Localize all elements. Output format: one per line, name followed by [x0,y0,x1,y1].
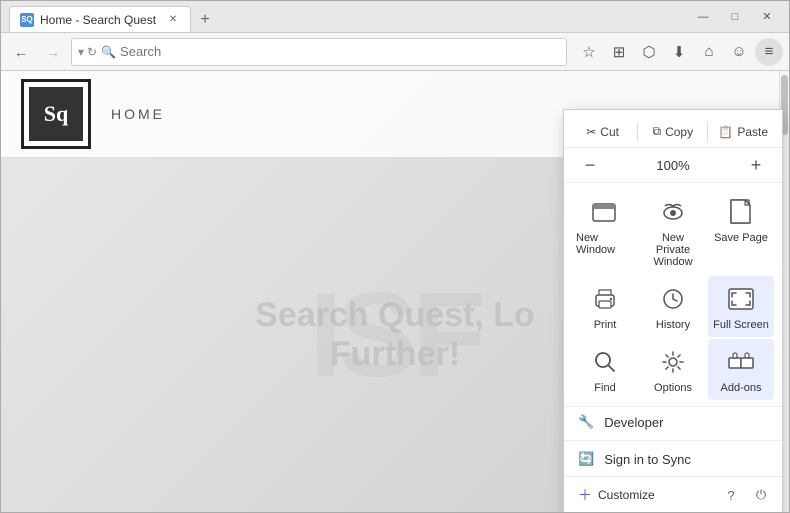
history-label: History [656,319,690,331]
url-bar-left-icons: ▾ ↻ [78,45,97,59]
tab-label: Home - Search Quest [40,13,156,27]
menu-bottom-bar: ＋ Customize ? ⏻ [564,476,782,512]
print-label: Print [594,319,617,331]
developer-icon: 🔧 [578,414,594,430]
bookmark-icon[interactable]: ☆ [575,38,603,66]
options-label: Options [654,382,692,394]
tabs-area: SQ Home - Search Quest ✕ + [9,1,689,32]
new-private-window-button[interactable]: New PrivateWindow [640,189,706,274]
cut-icon: ✂ [586,125,596,139]
tab-close-button[interactable]: ✕ [166,13,180,27]
save-page-label: Save Page [714,232,768,244]
toolbar-icons: ☆ ⊞ ⬡ ⬇ ⌂ ☺ ≡ [575,38,783,66]
back-button[interactable]: ← [7,38,35,66]
navigation-bar: ← → ▾ ↻ 🔍 ☆ ⊞ ⬡ ⬇ ⌂ ☺ ≡ [1,33,789,71]
paste-label: Paste [737,125,768,139]
copy-icon: ⧉ [652,124,661,139]
add-ons-label: Add-ons [721,382,762,394]
save-page-icon [726,197,756,227]
window-controls: — □ ✕ [689,7,781,27]
find-label: Find [594,382,615,394]
customize-button[interactable]: ＋ Customize [572,481,661,509]
refresh-icon[interactable]: ↻ [87,45,97,59]
dropdown-arrow-icon: ▾ [78,45,84,59]
new-tab-button[interactable]: + [193,8,217,32]
power-button[interactable]: ⏻ [748,482,774,508]
zoom-row: − 100% + [564,148,782,183]
site-logo: Sq [21,79,91,149]
pocket-icon[interactable]: ⬡ [635,38,663,66]
new-window-icon [590,197,620,227]
search-icon-url: 🔍 [101,45,116,59]
paste-icon: 📋 [718,125,733,139]
cut-label: Cut [600,125,619,139]
sign-in-label: Sign in to Sync [604,452,691,467]
tab-favicon: SQ [20,13,34,27]
zoom-out-button[interactable]: − [576,152,604,178]
downloads-icon[interactable]: ⬇ [665,38,693,66]
add-ons-icon [726,347,756,377]
full-screen-button[interactable]: Full Screen [708,276,774,337]
sync-icon: 🔄 [578,451,594,467]
help-button[interactable]: ? [718,482,744,508]
new-private-window-label: New PrivateWindow [644,232,702,268]
print-icon [590,284,620,314]
separator-2 [707,122,708,142]
separator-1 [637,122,638,142]
home-nav-link[interactable]: HOME [111,106,165,122]
options-button[interactable]: Options [640,339,706,400]
copy-label: Copy [665,125,693,139]
smiley-icon[interactable]: ☺ [725,38,753,66]
close-button[interactable]: ✕ [753,7,781,27]
menu-icon-grid: New Window New PrivateWindow [564,183,782,407]
full-screen-label: Full Screen [713,319,769,331]
new-private-window-icon [658,197,688,227]
full-screen-icon [726,284,756,314]
find-icon [590,347,620,377]
menu-button[interactable]: ≡ [755,38,783,66]
reading-list-icon[interactable]: ⊞ [605,38,633,66]
zoom-level: 100% [604,158,742,173]
add-ons-button[interactable]: Add-ons [708,339,774,400]
new-window-button[interactable]: New Window [572,189,638,274]
tagline-line1: Search Quest, Lo [255,296,535,335]
zoom-in-button[interactable]: + [742,152,770,178]
print-button[interactable]: Print [572,276,638,337]
active-tab[interactable]: SQ Home - Search Quest ✕ [9,6,191,32]
tagline-line2: Further! [255,335,535,374]
find-button[interactable]: Find [572,339,638,400]
title-bar: SQ Home - Search Quest ✕ + — □ ✕ [1,1,789,33]
logo-text: Sq [29,87,83,141]
options-icon [658,347,688,377]
search-input[interactable] [120,44,560,59]
customize-label: Customize [598,488,655,502]
sign-in-sync-button[interactable]: 🔄 Sign in to Sync [564,444,782,474]
copy-button[interactable]: ⧉ Copy [642,120,703,143]
browser-window: SQ Home - Search Quest ✕ + — □ ✕ ← → ▾ ↻… [0,0,790,513]
home-icon[interactable]: ⌂ [695,38,723,66]
tagline-container: Search Quest, Lo Further! [255,296,535,374]
forward-button[interactable]: → [39,38,67,66]
content-area: Sq HOME ISF Search Quest, Lo Further! ✂ … [1,71,789,512]
cut-copy-paste-row: ✂ Cut ⧉ Copy 📋 Paste [564,116,782,148]
maximize-button[interactable]: □ [721,7,749,27]
history-button[interactable]: History [640,276,706,337]
paste-button[interactable]: 📋 Paste [712,121,774,143]
url-bar: ▾ ↻ 🔍 [71,38,567,66]
history-icon [658,284,688,314]
developer-label: Developer [604,415,663,430]
developer-button[interactable]: 🔧 Developer [564,407,782,437]
bottom-icons-group: ? ⏻ [718,482,774,508]
customize-plus-icon: ＋ [578,485,592,505]
menu-divider [564,440,782,441]
save-page-button[interactable]: Save Page [708,189,774,274]
new-window-label: New Window [576,232,634,256]
cut-button[interactable]: ✂ Cut [572,121,633,143]
browser-menu: ✂ Cut ⧉ Copy 📋 Paste − 100% + [563,109,783,512]
minimize-button[interactable]: — [689,7,717,27]
